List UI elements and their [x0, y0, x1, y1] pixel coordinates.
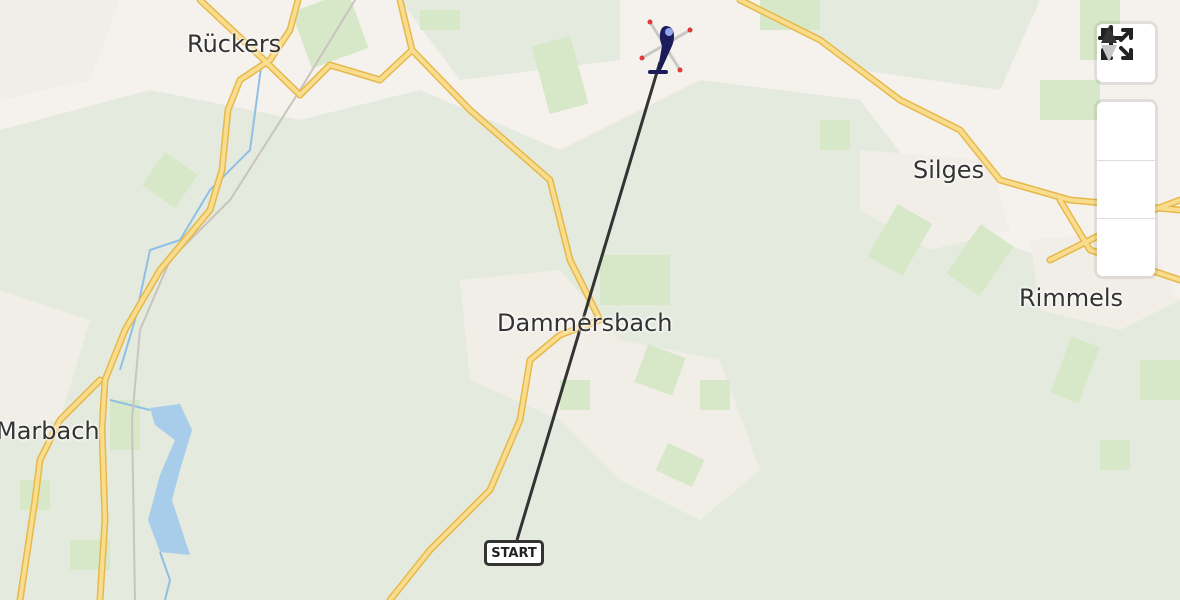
zoom-out-button[interactable] [1097, 36, 1155, 218]
zoom-control-group [1097, 25, 1155, 276]
place-label-rimmels: Rimmels [1019, 284, 1124, 312]
place-label-dammersbach: Dammersbach [497, 309, 673, 337]
compass-button[interactable] [1097, 26, 1155, 276]
map-controls [1097, 24, 1155, 276]
route-start-badge: START [484, 540, 544, 566]
map-canvas[interactable]: Rückers Silges Dammersbach Rimmels Marba… [0, 0, 1180, 600]
helicopter-icon[interactable] [636, 16, 696, 80]
map-base-layer [0, 0, 1180, 600]
place-label-silges: Silges [913, 156, 985, 184]
place-label-rueckers: Rückers [187, 30, 282, 58]
zoom-in-button[interactable] [1097, 25, 1155, 160]
place-label-marbach: Marbach [0, 417, 100, 445]
